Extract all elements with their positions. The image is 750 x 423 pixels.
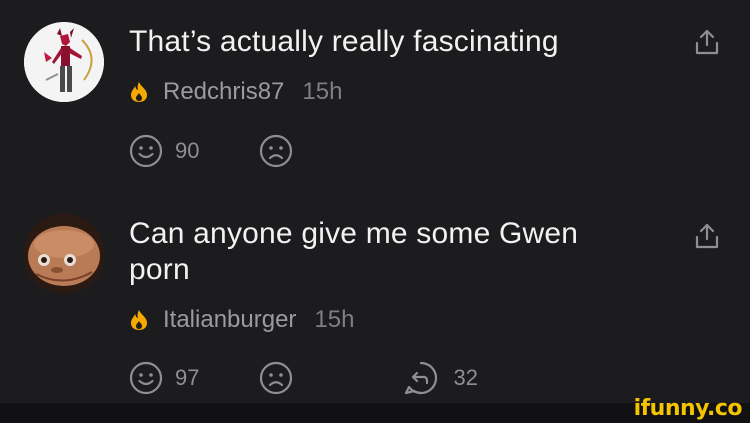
like-count: 97 bbox=[175, 365, 200, 390]
avatar[interactable] bbox=[24, 214, 104, 294]
username[interactable]: Redchris87 bbox=[163, 78, 284, 106]
watermark-logo: ifunny.co bbox=[633, 396, 743, 421]
smile-button[interactable]: 97 bbox=[129, 361, 199, 395]
frown-icon bbox=[260, 361, 293, 395]
smile-icon bbox=[129, 134, 163, 168]
comment-item: Can anyone give me some Gwen porn Italia… bbox=[0, 190, 750, 403]
comment-item: That’s actually really fascinating Redch… bbox=[0, 0, 750, 190]
flame-icon bbox=[131, 310, 147, 330]
timestamp: 15h bbox=[302, 78, 343, 105]
reply-icon bbox=[405, 361, 438, 395]
comment-meta: Italianburger 15h bbox=[129, 306, 354, 334]
share-icon[interactable] bbox=[694, 222, 720, 250]
comment-text: Can anyone give me some Gwen porn bbox=[129, 217, 579, 286]
avatar-image bbox=[24, 214, 104, 294]
timestamp: 15h bbox=[314, 306, 355, 333]
smile-button[interactable]: 90 bbox=[129, 134, 199, 168]
avatar[interactable] bbox=[24, 22, 104, 102]
reply-count: 32 bbox=[453, 365, 478, 390]
comment-actions: 90 bbox=[129, 131, 293, 171]
share-icon[interactable] bbox=[694, 28, 720, 56]
comments-screen: That’s actually really fascinating Redch… bbox=[0, 0, 750, 423]
flame-icon bbox=[131, 82, 147, 102]
comment-text: That’s actually really fascinating bbox=[129, 25, 559, 58]
frown-button[interactable] bbox=[259, 361, 293, 395]
comment-meta: Redchris87 15h bbox=[129, 78, 342, 106]
frown-icon bbox=[260, 134, 293, 168]
reply-button[interactable]: 32 bbox=[403, 360, 478, 396]
smile-icon bbox=[129, 361, 163, 395]
like-count: 90 bbox=[175, 138, 200, 163]
avatar-image bbox=[24, 22, 104, 102]
comment-actions: 97 32 bbox=[129, 358, 478, 398]
frown-button[interactable] bbox=[259, 134, 293, 168]
username[interactable]: Italianburger bbox=[163, 306, 296, 334]
